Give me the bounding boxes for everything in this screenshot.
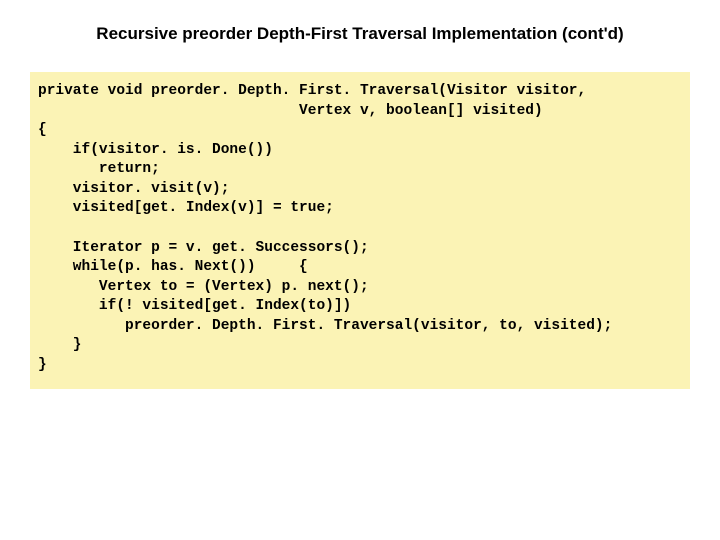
code-block: private void preorder. Depth. First. Tra… bbox=[30, 72, 690, 389]
slide-title: Recursive preorder Depth-First Traversal… bbox=[40, 24, 680, 44]
